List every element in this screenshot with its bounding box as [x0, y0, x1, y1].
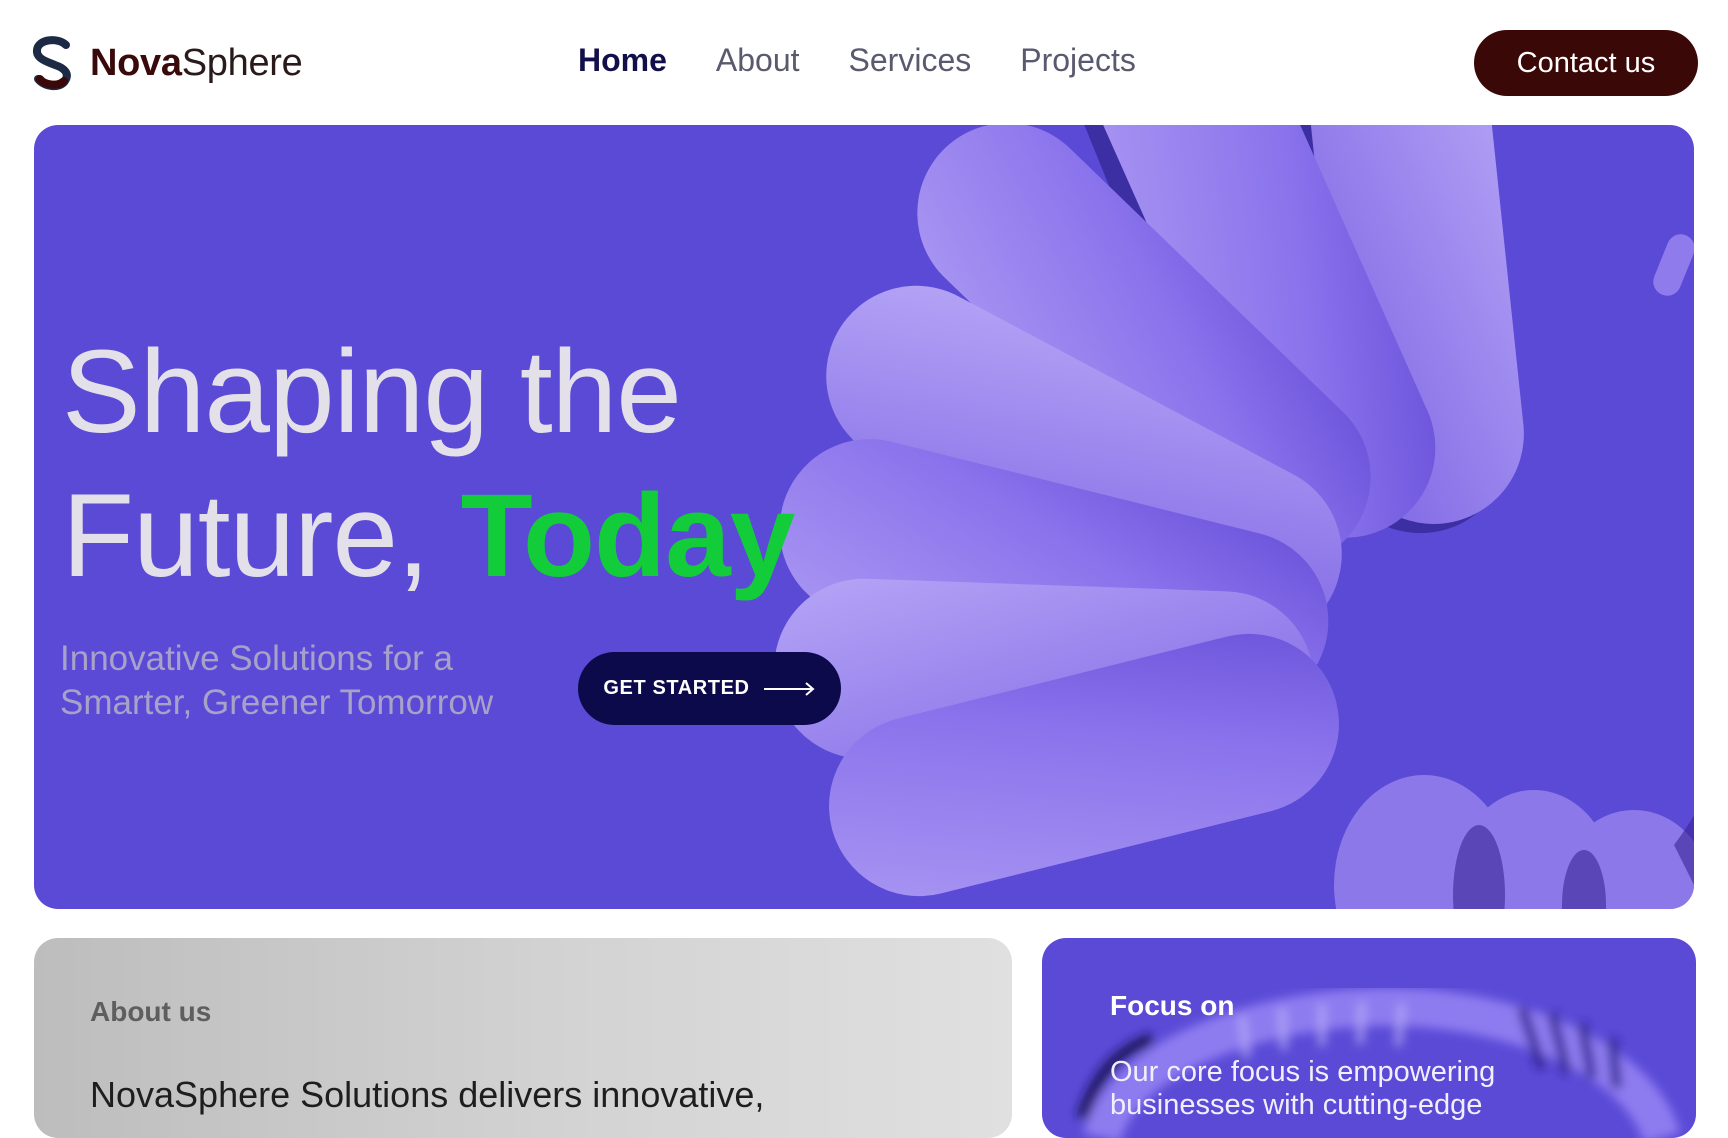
hero-title-line2: Future,: [62, 470, 430, 602]
nav-home[interactable]: Home: [578, 40, 667, 80]
hero-subtitle: Innovative Solutions for a Smarter, Gree…: [60, 639, 494, 722]
s-logo-icon: [33, 36, 71, 90]
nav-services[interactable]: Services: [849, 40, 972, 80]
brand-name-bold: Nova: [90, 41, 182, 84]
hero-banner: Shaping the Future, Today Innovative Solu…: [34, 125, 1694, 909]
focus-text: Our core focus is empowering businesses …: [1110, 1056, 1496, 1121]
brand-name: NovaSphere: [90, 41, 303, 85]
brand-logo[interactable]: NovaSphere: [28, 35, 303, 91]
hero-title-line1: Shaping the: [62, 326, 682, 458]
hero-title-accent: Today: [460, 470, 796, 602]
get-started-button[interactable]: GET STARTED: [578, 652, 841, 725]
nav-about[interactable]: About: [716, 40, 800, 80]
get-started-label: GET STARTED: [603, 677, 750, 699]
hero-title: Shaping the Future, Today: [62, 320, 796, 608]
focus-title: Focus on: [1110, 990, 1235, 1021]
about-label: About us: [90, 996, 212, 1027]
about-card: About us NovaSphere Solutions delivers i…: [34, 938, 1012, 1138]
arrow-right-icon: [763, 681, 815, 696]
focus-card: Focus on Our core focus is empowering bu…: [1042, 938, 1696, 1138]
about-text: NovaSphere Solutions delivers innovative…: [90, 1074, 765, 1115]
main-nav: Home About Services Projects: [578, 40, 1136, 80]
contact-us-button[interactable]: Contact us: [1474, 30, 1698, 96]
brand-name-regular: Sphere: [181, 41, 303, 84]
nav-projects[interactable]: Projects: [1020, 40, 1136, 80]
